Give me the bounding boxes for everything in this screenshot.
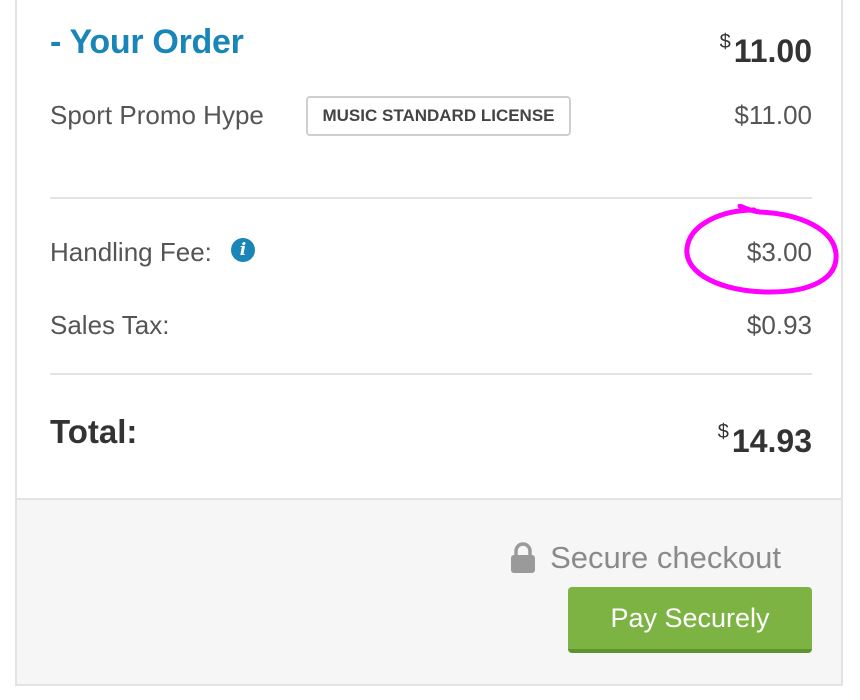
secure-checkout-label: Secure checkout (550, 540, 781, 575)
total-amount: $14.93 (718, 410, 812, 463)
divider (50, 197, 812, 199)
sales-tax-value: $0.93 (746, 310, 812, 340)
currency-symbol: $ (719, 31, 731, 53)
sales-tax-row: Sales Tax: $0.93 (50, 305, 812, 345)
item-name: Sport Promo Hype (50, 100, 264, 130)
total-label: Total: (50, 413, 138, 450)
info-icon[interactable]: i (231, 238, 255, 262)
currency-symbol: $ (717, 421, 729, 443)
checkout-footer: Secure checkout Pay Securely (17, 498, 841, 684)
order-subtotal: $11.00 (720, 22, 812, 71)
order-header: - Your Order $11.00 (50, 22, 812, 69)
pay-securely-button[interactable]: Pay Securely (568, 587, 812, 653)
order-summary-card: - Your Order $11.00 Sport Promo Hype MUS… (15, 0, 843, 686)
handling-fee-row: Handling Fee: i $3.00 (50, 232, 812, 272)
lock-icon (511, 542, 536, 573)
handling-fee-label: Handling Fee: (50, 237, 212, 267)
divider (50, 373, 812, 375)
total-amount-value: 14.93 (731, 423, 812, 459)
item-price: $11.00 (734, 100, 812, 130)
license-badge: MUSIC STANDARD LICENSE (306, 96, 571, 136)
order-toggle-title[interactable]: - Your Order (50, 22, 244, 62)
secure-checkout-note: Secure checkout (511, 538, 781, 578)
sales-tax-label: Sales Tax: (50, 310, 170, 340)
line-item: Sport Promo Hype MUSIC STANDARD LICENSE … (50, 95, 812, 136)
total-row: Total: $14.93 (50, 410, 812, 459)
handling-fee-value: $3.00 (746, 237, 812, 267)
order-subtotal-amount: 11.00 (733, 33, 812, 69)
